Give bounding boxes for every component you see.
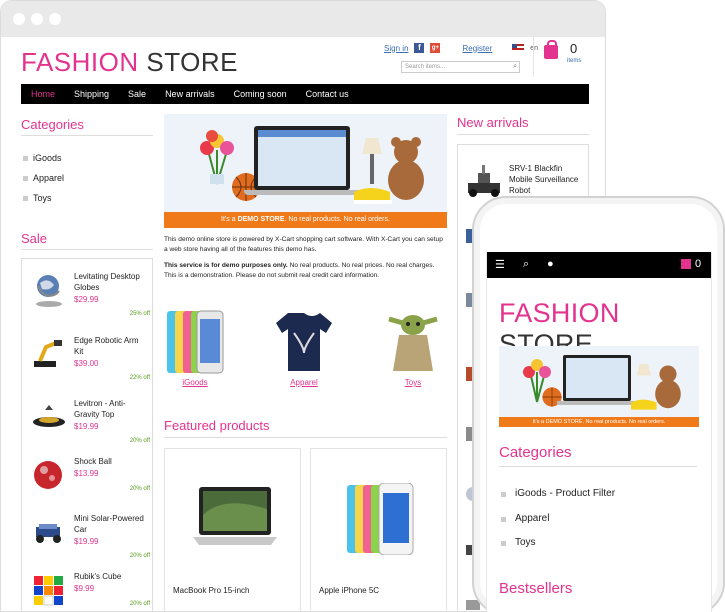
intro-paragraph: This demo online store is powered by X-C… xyxy=(164,236,443,253)
nav-coming-soon[interactable]: Coming soon xyxy=(234,89,287,99)
demo-notice-strip: It's a DEMO STORE. No real products. No … xyxy=(499,417,699,427)
menu-icon[interactable]: ☰ xyxy=(495,258,505,271)
divider xyxy=(499,466,697,467)
window-dot xyxy=(13,13,25,25)
category-list: iGoods Apparel Toys xyxy=(21,153,64,213)
category-link-toys[interactable]: Toys xyxy=(383,378,443,387)
window-dot xyxy=(49,13,61,25)
category-link-apparel[interactable]: Apparel xyxy=(274,378,334,387)
teddy-bear-image xyxy=(631,364,681,410)
igoods-category-image[interactable] xyxy=(165,307,225,377)
categories-heading: Categories xyxy=(21,117,84,132)
demo-disclaimer: This service is for demo purposes only. … xyxy=(164,262,435,279)
new-arrivals-heading: New arrivals xyxy=(457,115,529,130)
google-plus-icon[interactable]: g+ xyxy=(430,43,441,53)
new-arrival-name[interactable]: SRV-1 Blackfin Mobile Surveillance Robot xyxy=(509,163,585,196)
search-input[interactable]: Search items... ⌕ xyxy=(401,61,520,73)
divider xyxy=(164,437,447,438)
shopping-bag-icon[interactable] xyxy=(681,259,691,269)
shock-ball-thumbnail xyxy=(34,461,62,489)
apparel-category-image[interactable] xyxy=(274,307,334,377)
window-dot xyxy=(31,13,43,25)
shopping-bag-icon xyxy=(544,40,558,59)
mobile-nav-bar: ☰ ⌕ ● 0 xyxy=(487,252,711,278)
robotic-arm-thumbnail xyxy=(34,340,62,367)
nav-contact-us[interactable]: Contact us xyxy=(306,89,349,99)
mobile-store-page: ☰ ⌕ ● 0 FASHION STORE It's a DEMO STORE.… xyxy=(486,252,712,612)
product-name[interactable]: MacBook Pro 15-inch xyxy=(173,586,249,595)
demo-notice-strip: It's a DEMO STORE. No real products. No … xyxy=(164,212,447,228)
us-flag-icon[interactable] xyxy=(512,44,525,52)
nav-home[interactable]: Home xyxy=(31,89,55,99)
nav-new-arrivals[interactable]: New arrivals xyxy=(165,89,215,99)
mobile-demo-banner[interactable]: It's a DEMO STORE. No real products. No … xyxy=(499,346,699,427)
mobile-bestsellers-heading: Bestsellers xyxy=(499,580,573,597)
browser-chrome xyxy=(1,1,605,37)
product-card[interactable]: MacBook Pro 15-inch xyxy=(164,448,301,611)
main-nav: Home Shipping Sale New arrivals Coming s… xyxy=(21,84,589,104)
product-card[interactable]: Apple iPhone 5C xyxy=(310,448,447,611)
mobile-category-list: iGoods - Product Filter Apparel Toys xyxy=(501,488,615,562)
sale-product-list: Levitating Desktop Globes $29.99 25% off… xyxy=(21,258,153,611)
search-icon[interactable]: ⌕ xyxy=(513,63,517,71)
search-icon[interactable]: ⌕ xyxy=(523,258,529,271)
category-item-toys[interactable]: Toys xyxy=(501,537,615,562)
globe-thumbnail xyxy=(36,275,62,307)
teddy-bear-image xyxy=(354,137,424,204)
robot-thumbnail xyxy=(468,165,500,197)
divider xyxy=(21,135,153,136)
register-link[interactable]: Register xyxy=(462,44,492,53)
category-item-igoods[interactable]: iGoods xyxy=(21,153,64,173)
mobile-categories-heading: Categories xyxy=(499,444,572,461)
macbook-image xyxy=(193,487,277,545)
sale-heading: Sale xyxy=(21,231,48,246)
sign-in-link[interactable]: Sign in xyxy=(384,44,408,53)
iphone-5c-image xyxy=(347,483,414,555)
laptop-image xyxy=(563,355,631,401)
category-link-igoods[interactable]: iGoods xyxy=(165,378,225,387)
cart-items-label: items xyxy=(567,58,582,64)
cart-widget[interactable]: 0 items xyxy=(533,37,589,77)
laptop-image xyxy=(254,126,350,190)
toys-category-image[interactable] xyxy=(383,307,443,377)
category-item-igoods-product-filter[interactable]: iGoods - Product Filter xyxy=(501,488,615,513)
featured-products-heading: Featured products xyxy=(164,418,270,433)
intro-text: This demo online store is powered by X-C… xyxy=(164,235,447,281)
category-item-toys[interactable]: Toys xyxy=(21,193,64,213)
nav-shipping[interactable]: Shipping xyxy=(74,89,109,99)
nav-sale[interactable]: Sale xyxy=(128,89,146,99)
divider xyxy=(457,134,589,135)
mobile-cart-count: 0 xyxy=(695,258,702,270)
cart-count: 0 xyxy=(570,41,578,56)
rubiks-cube-thumbnail xyxy=(34,576,63,606)
header-links: Sign in f g+ Register en ▾ xyxy=(384,43,548,53)
demo-store-banner[interactable]: It's a DEMO STORE. No real products. No … xyxy=(164,114,447,228)
levitron-thumbnail xyxy=(33,405,65,427)
category-item-apparel[interactable]: Apparel xyxy=(21,173,64,193)
category-item-apparel[interactable]: Apparel xyxy=(501,513,615,538)
user-icon[interactable]: ● xyxy=(547,258,554,270)
product-name[interactable]: Apple iPhone 5C xyxy=(319,586,379,595)
store-logo[interactable]: FASHION STORE xyxy=(21,47,238,78)
solar-car-thumbnail xyxy=(36,524,61,543)
facebook-icon[interactable]: f xyxy=(414,43,425,53)
divider xyxy=(21,249,153,250)
